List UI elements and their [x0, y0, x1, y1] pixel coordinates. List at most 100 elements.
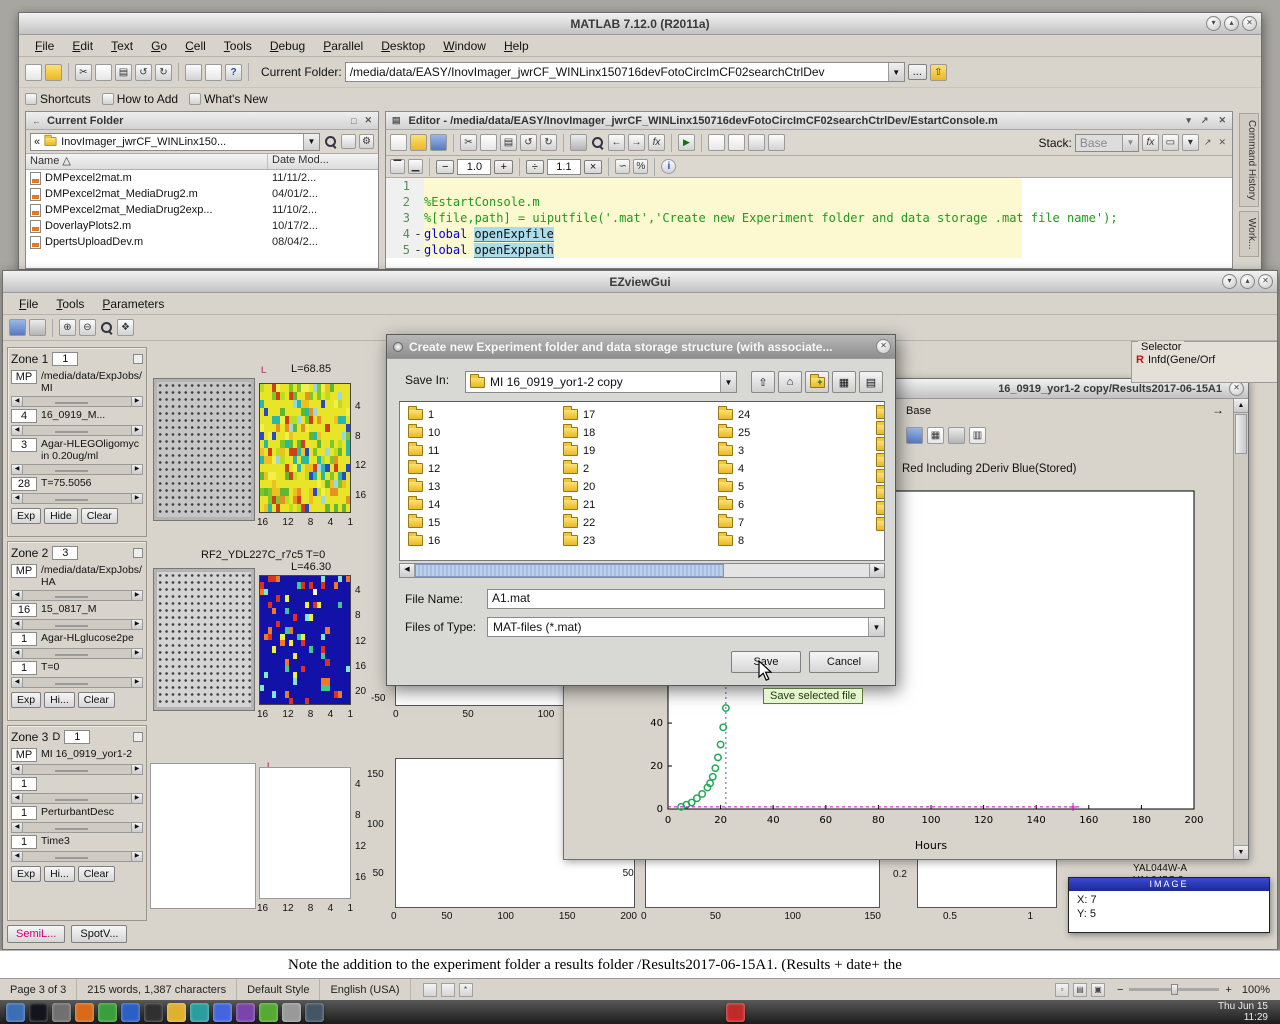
undo-icon[interactable]: ↺ — [135, 64, 152, 81]
info-icon[interactable]: i — [661, 159, 676, 174]
single-page-view-icon[interactable]: ▫ — [1055, 983, 1069, 997]
taskbar-app-icon[interactable] — [98, 1003, 117, 1022]
spinner-value-2[interactable]: 1.1 — [547, 159, 581, 175]
page-indicator[interactable]: Page 3 of 3 — [0, 979, 77, 1000]
zone-scrollbar[interactable]: ◀▶ — [11, 822, 143, 833]
exp-button[interactable]: Exp — [11, 508, 41, 524]
combo-dropdown-icon[interactable]: ▼ — [303, 134, 319, 150]
combo-dropdown-icon[interactable]: ▼ — [720, 372, 736, 392]
modified-flag-icon[interactable]: * — [459, 983, 473, 997]
stack-combobox[interactable]: Base ▼ — [1075, 134, 1139, 152]
code-line[interactable]: 5 - globalopenExppath — [386, 242, 1232, 258]
clear-button[interactable]: Clear — [78, 866, 115, 882]
zoom-in-icon[interactable]: ⊕ — [59, 319, 76, 336]
refresh-icon[interactable] — [341, 134, 356, 149]
maximize-button[interactable]: ▴ — [1224, 16, 1239, 31]
zoom-out-button[interactable]: − — [1117, 984, 1123, 996]
hide-button[interactable]: Hi... — [44, 866, 75, 882]
zone-scrollbar[interactable]: ◀▶ — [11, 590, 143, 601]
tray-notification-icon[interactable] — [726, 1003, 745, 1022]
redo-icon[interactable]: ↻ — [155, 64, 172, 81]
paste-icon[interactable]: ▤ — [500, 134, 517, 151]
editor-close-icon[interactable]: ✕ — [1216, 115, 1228, 126]
cell-insert-icon[interactable] — [708, 134, 725, 151]
menu-item[interactable]: Parameters — [94, 295, 172, 313]
base-workspace-label[interactable]: Base — [906, 405, 931, 417]
folder-item[interactable]: 18 — [563, 426, 595, 439]
clear-button[interactable]: Clear — [81, 508, 118, 524]
zone-field[interactable]: 1 — [11, 835, 37, 849]
zone-corner-icon[interactable] — [133, 732, 143, 742]
taskbar-app-icon[interactable] — [121, 1003, 140, 1022]
copy-icon[interactable] — [480, 134, 497, 151]
zone-corner-icon[interactable] — [133, 354, 143, 364]
folder-item[interactable]: 2 — [563, 462, 595, 475]
folder-item[interactable]: 25 — [718, 426, 750, 439]
scroll-thumb[interactable] — [1235, 414, 1247, 454]
menu-item[interactable]: Edit — [64, 37, 101, 55]
comment-icon[interactable]: % — [633, 159, 648, 174]
hide-button[interactable]: Hi... — [44, 692, 75, 708]
column-name[interactable]: Name △ — [26, 154, 268, 169]
files-of-type-combobox[interactable]: MAT-files (*.mat) ▼ — [487, 617, 885, 637]
taskbar-app-icon[interactable] — [144, 1003, 163, 1022]
zoom-out-icon[interactable]: ⊖ — [79, 319, 96, 336]
simulink-icon[interactable] — [185, 64, 202, 81]
taskbar-app-icon[interactable] — [52, 1003, 71, 1022]
shortcut-how-to-add[interactable]: How to Add — [117, 92, 178, 106]
exp-button[interactable]: Exp — [11, 692, 41, 708]
zone-scrollbar[interactable]: ◀▶ — [11, 493, 143, 504]
taskbar-app-icon[interactable] — [305, 1003, 324, 1022]
snapshot-icon[interactable] — [948, 427, 965, 444]
zone-field[interactable]: MP — [11, 370, 37, 384]
zone-field[interactable]: 1 — [11, 806, 37, 820]
compare-icon[interactable] — [768, 134, 785, 151]
minimize-button[interactable]: ▾ — [1222, 274, 1237, 289]
zone-scrollbar[interactable]: ◀▶ — [11, 764, 143, 775]
zone-index-field[interactable]: 3 — [52, 546, 78, 560]
dock-arrow-icon[interactable]: → — [1212, 403, 1224, 417]
maximize-button[interactable]: ▴ — [1240, 274, 1255, 289]
new-folder-button[interactable] — [805, 371, 829, 393]
menu-item[interactable]: Tools — [216, 37, 260, 55]
zone-scrollbar[interactable]: ◀▶ — [11, 464, 143, 475]
taskbar-clock[interactable]: Thu Jun 15 11:29 — [1218, 1001, 1274, 1023]
print-icon[interactable] — [570, 134, 587, 151]
book-view-icon[interactable]: ▣ — [1091, 983, 1105, 997]
editor-pane-close-icon[interactable]: ✕ — [1216, 137, 1228, 148]
folder-item[interactable]: 3 — [718, 444, 750, 457]
folder-item[interactable]: 8 — [718, 534, 750, 547]
new-file-icon[interactable] — [25, 64, 42, 81]
zone-field[interactable]: MP — [11, 564, 37, 578]
combo-dropdown-icon[interactable]: ▼ — [888, 63, 904, 81]
zone-scrollbar[interactable]: ◀▶ — [11, 425, 143, 436]
scroll-down-icon[interactable]: ▼ — [1234, 845, 1248, 859]
hide-button[interactable]: Hide — [44, 508, 78, 524]
folder-item[interactable]: 6 — [718, 498, 750, 511]
open-icon[interactable] — [410, 134, 427, 151]
zone-field[interactable]: 1 — [11, 632, 37, 646]
copy-icon[interactable] — [95, 64, 112, 81]
save-icon[interactable] — [430, 134, 447, 151]
run-icon[interactable]: ▶ — [678, 134, 695, 151]
file-list-header[interactable]: Name △ Date Mod... — [26, 154, 378, 170]
redo-icon[interactable]: ↻ — [540, 134, 557, 151]
menu-item[interactable]: Cell — [177, 37, 214, 55]
taskbar-app-icon[interactable] — [236, 1003, 255, 1022]
column-date[interactable]: Date Mod... — [268, 154, 378, 169]
zone-scrollbar[interactable]: ◀▶ — [11, 851, 143, 862]
pan-icon[interactable]: ❖ — [117, 319, 134, 336]
results-scrollbar[interactable]: ▲ ▼ — [1233, 399, 1248, 859]
taskbar-app-icon[interactable] — [167, 1003, 186, 1022]
menu-item[interactable]: Desktop — [373, 37, 433, 55]
semilog-button[interactable]: SemiL... — [7, 925, 65, 943]
menu-item[interactable]: Tools — [48, 295, 92, 313]
menu-item[interactable]: File — [27, 37, 62, 55]
tab-command-history[interactable]: Command History — [1239, 113, 1259, 207]
undo-icon[interactable]: ↺ — [520, 134, 537, 151]
multi-page-view-icon[interactable]: ▤ — [1073, 983, 1087, 997]
code-line[interactable]: 4 - globalopenExpfile — [386, 226, 1232, 242]
combo-dropdown-icon[interactable]: ▼ — [868, 618, 884, 636]
folder-item[interactable]: 4 — [718, 462, 750, 475]
zone-field[interactable]: 16 — [11, 603, 37, 617]
